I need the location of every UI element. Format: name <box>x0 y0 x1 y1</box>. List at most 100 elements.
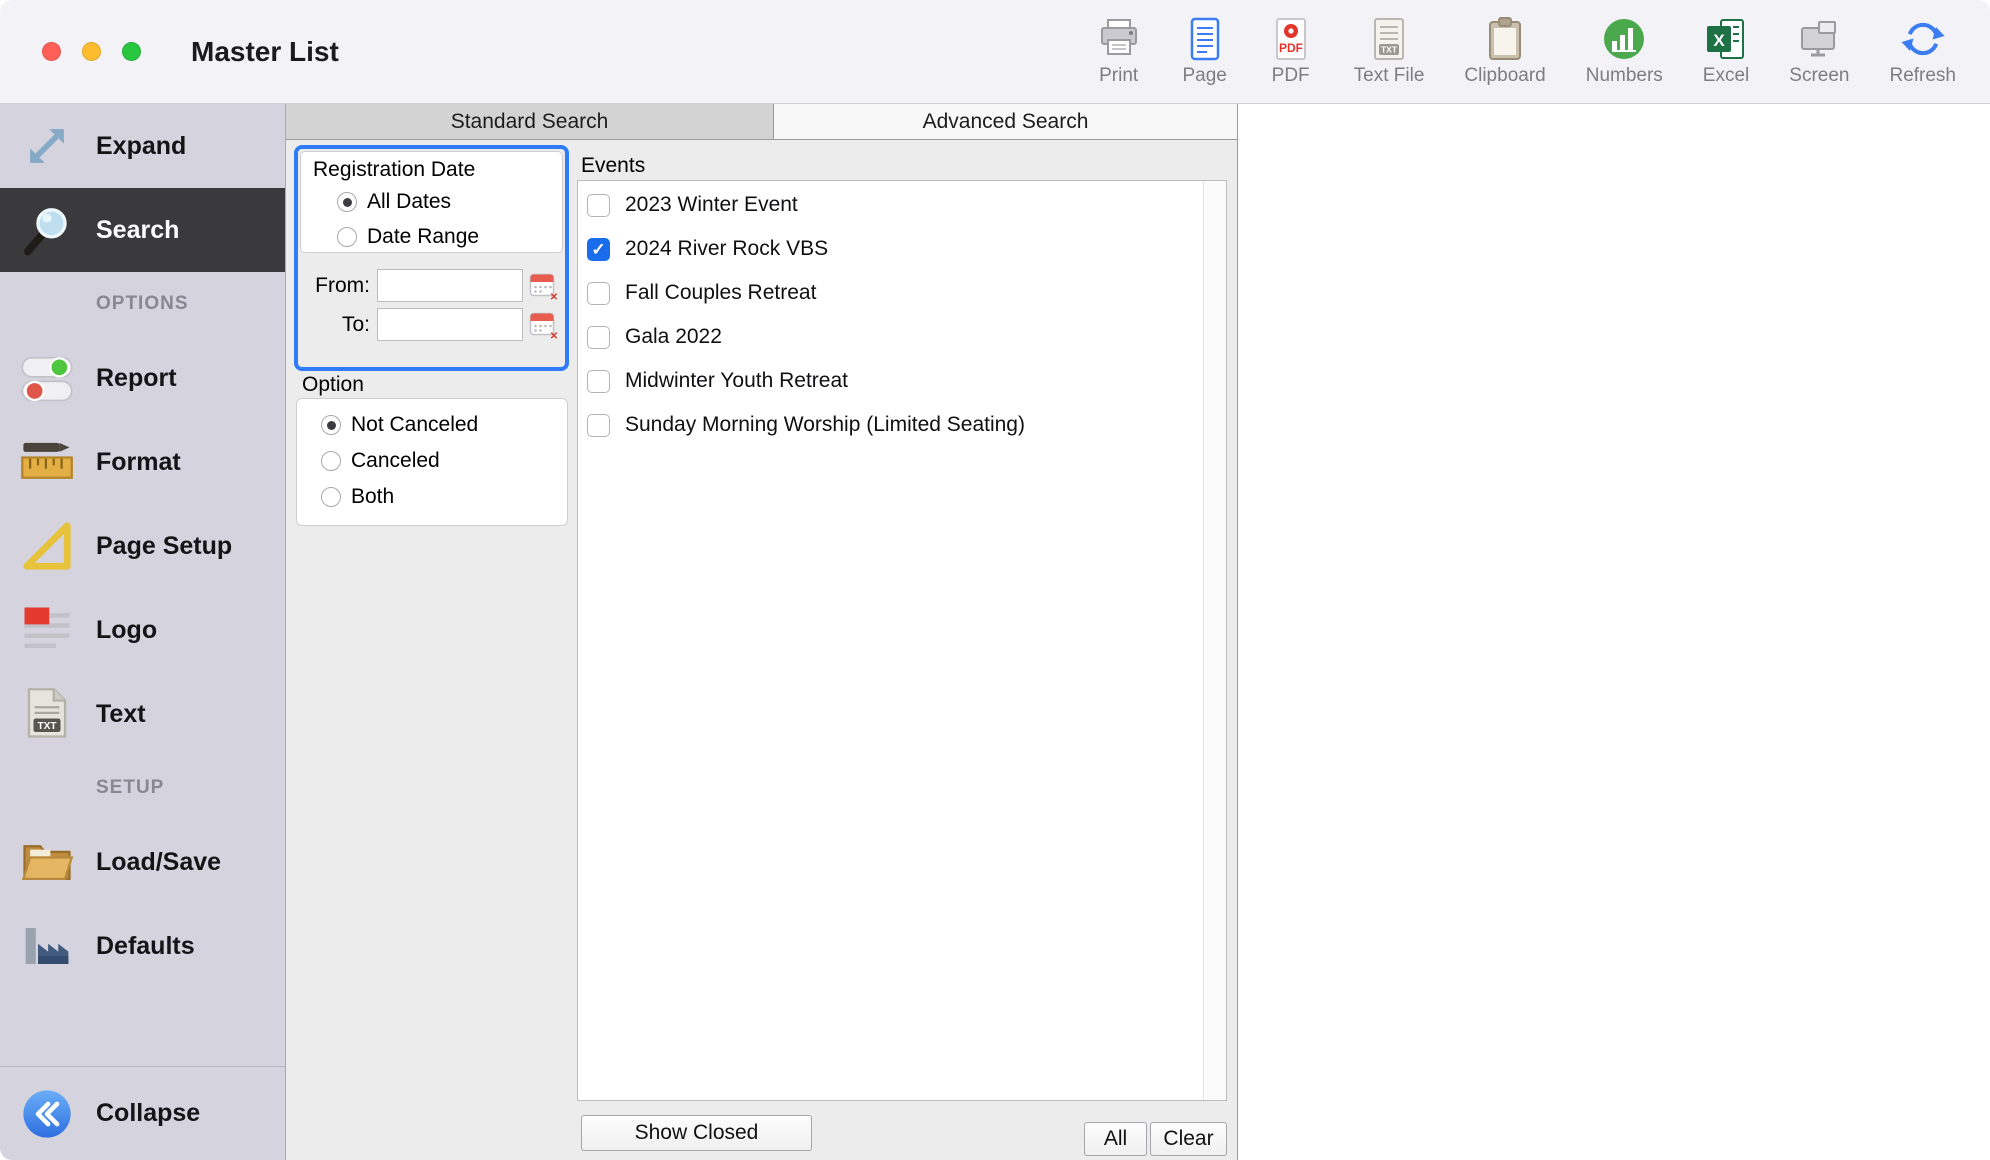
to-label: To: <box>302 313 370 337</box>
toolbar-label: Numbers <box>1586 65 1663 87</box>
sidebar-item-label: Page Setup <box>96 532 232 561</box>
radio-control <box>321 487 341 507</box>
toolbar-label: Page <box>1182 65 1226 87</box>
option-group-title: Option <box>302 373 364 397</box>
excel-icon: X <box>1703 16 1749 62</box>
sidebar-item-label: Format <box>96 448 181 477</box>
collapse-icon <box>18 1085 76 1143</box>
event-label: Midwinter Youth Retreat <box>625 369 848 393</box>
to-date-input[interactable] <box>377 308 523 341</box>
events-list: 2023 Winter Event 2024 River Rock VBS Fa… <box>577 180 1227 1101</box>
toolbar-label: Excel <box>1703 65 1749 87</box>
sidebar-item-report[interactable]: Report <box>0 336 285 420</box>
sidebar-item-logo[interactable]: Logo <box>0 588 285 672</box>
registration-date-box: Registration Date All Dates Date Range <box>300 151 563 253</box>
event-checkbox[interactable] <box>587 370 610 393</box>
event-checkbox[interactable] <box>587 414 610 437</box>
sidebar-item-label: Load/Save <box>96 848 221 877</box>
tab-standard-search[interactable]: Standard Search <box>286 104 774 139</box>
events-title: Events <box>581 154 645 178</box>
pdf-icon: PDF <box>1268 16 1314 62</box>
toolbar-label: Refresh <box>1889 65 1956 87</box>
logo-placeholder-icon <box>18 601 76 659</box>
text-file-icon: TXT <box>1366 16 1412 62</box>
search-tabs: Standard Search Advanced Search <box>286 104 1237 140</box>
clear-selection-button[interactable]: Clear <box>1150 1122 1227 1156</box>
sidebar-item-text[interactable]: TXT Text <box>0 672 285 756</box>
radio-label: Date Range <box>367 225 479 249</box>
event-row[interactable]: Sunday Morning Worship (Limited Seating) <box>578 403 1226 447</box>
search-panel: Registration Date All Dates Date Range F… <box>286 140 1237 1160</box>
event-label: Fall Couples Retreat <box>625 281 816 305</box>
page-button[interactable]: Page <box>1182 16 1228 87</box>
radio-control <box>321 415 341 435</box>
refresh-button[interactable]: Refresh <box>1889 16 1956 87</box>
sidebar-item-label: Text <box>96 700 146 729</box>
zoom-window-button[interactable] <box>122 42 141 61</box>
excel-button[interactable]: X Excel <box>1703 16 1749 87</box>
toolbar-label: Screen <box>1789 65 1849 87</box>
numbers-button[interactable]: Numbers <box>1586 16 1663 87</box>
event-row[interactable]: 2023 Winter Event <box>578 183 1226 227</box>
toggles-icon <box>18 349 76 407</box>
toolbar-label: Text File <box>1354 65 1425 87</box>
sidebar-item-defaults[interactable]: Defaults <box>0 904 285 988</box>
print-button[interactable]: Print <box>1096 16 1142 87</box>
ruler-pen-icon <box>18 433 76 491</box>
sidebar-item-load-save[interactable]: Load/Save <box>0 820 285 904</box>
radio-both[interactable]: Both <box>321 479 567 515</box>
event-row[interactable]: Fall Couples Retreat <box>578 271 1226 315</box>
from-calendar-button[interactable]: ✕ <box>528 270 560 302</box>
text-file-button[interactable]: TXT Text File <box>1354 16 1425 87</box>
event-row[interactable]: 2024 River Rock VBS <box>578 227 1226 271</box>
event-label: Sunday Morning Worship (Limited Seating) <box>625 413 1025 437</box>
page-icon <box>1182 16 1228 62</box>
event-label: 2024 River Rock VBS <box>625 237 828 261</box>
printer-icon <box>1096 16 1142 62</box>
pdf-button[interactable]: PDF PDF <box>1268 16 1314 87</box>
toolbar-label: Clipboard <box>1464 65 1545 87</box>
screen-button[interactable]: Screen <box>1789 16 1849 87</box>
window-title: Master List <box>191 36 339 68</box>
event-checkbox[interactable] <box>587 194 610 217</box>
option-group-box: Not Canceled Canceled Both <box>296 398 568 526</box>
event-checkbox[interactable] <box>587 326 610 349</box>
sidebar-item-label: Search <box>96 216 179 245</box>
clipboard-button[interactable]: Clipboard <box>1464 16 1545 87</box>
registration-date-group: Registration Date All Dates Date Range F… <box>294 145 569 371</box>
to-calendar-button[interactable]: ✕ <box>528 309 560 341</box>
radio-all-dates[interactable]: All Dates <box>337 187 562 217</box>
svg-text:TXT: TXT <box>37 721 57 732</box>
select-all-button[interactable]: All <box>1084 1122 1147 1156</box>
svg-text:PDF: PDF <box>1279 41 1303 55</box>
sidebar: Expand Search OPTIONS <box>0 104 286 1160</box>
radio-not-canceled[interactable]: Not Canceled <box>321 407 567 443</box>
factory-icon <box>18 917 76 975</box>
toolbar-label: PDF <box>1272 65 1310 87</box>
event-checkbox[interactable] <box>587 238 610 261</box>
sidebar-item-search[interactable]: Search <box>0 188 285 272</box>
close-window-button[interactable] <box>42 42 61 61</box>
sidebar-item-label: Report <box>96 364 177 393</box>
event-checkbox[interactable] <box>587 282 610 305</box>
numbers-icon <box>1601 16 1647 62</box>
sidebar-item-label: Defaults <box>96 932 195 961</box>
tab-advanced-search[interactable]: Advanced Search <box>774 104 1237 139</box>
sidebar-item-label: Logo <box>96 616 157 645</box>
sidebar-item-collapse[interactable]: Collapse <box>0 1066 285 1160</box>
refresh-icon <box>1900 16 1946 62</box>
radio-canceled[interactable]: Canceled <box>321 443 567 479</box>
screen-icon <box>1796 16 1842 62</box>
radio-date-range[interactable]: Date Range <box>337 222 562 252</box>
show-closed-button[interactable]: Show Closed <box>581 1115 812 1151</box>
sidebar-item-page-setup[interactable]: Page Setup <box>0 504 285 588</box>
svg-text:X: X <box>1713 31 1725 50</box>
sidebar-item-format[interactable]: Format <box>0 420 285 504</box>
minimize-window-button[interactable] <box>82 42 101 61</box>
sidebar-item-expand[interactable]: Expand <box>0 104 285 188</box>
from-date-input[interactable] <box>377 269 523 302</box>
events-scrollbar[interactable] <box>1203 181 1226 1100</box>
radio-label: All Dates <box>367 190 451 214</box>
event-row[interactable]: Gala 2022 <box>578 315 1226 359</box>
event-row[interactable]: Midwinter Youth Retreat <box>578 359 1226 403</box>
